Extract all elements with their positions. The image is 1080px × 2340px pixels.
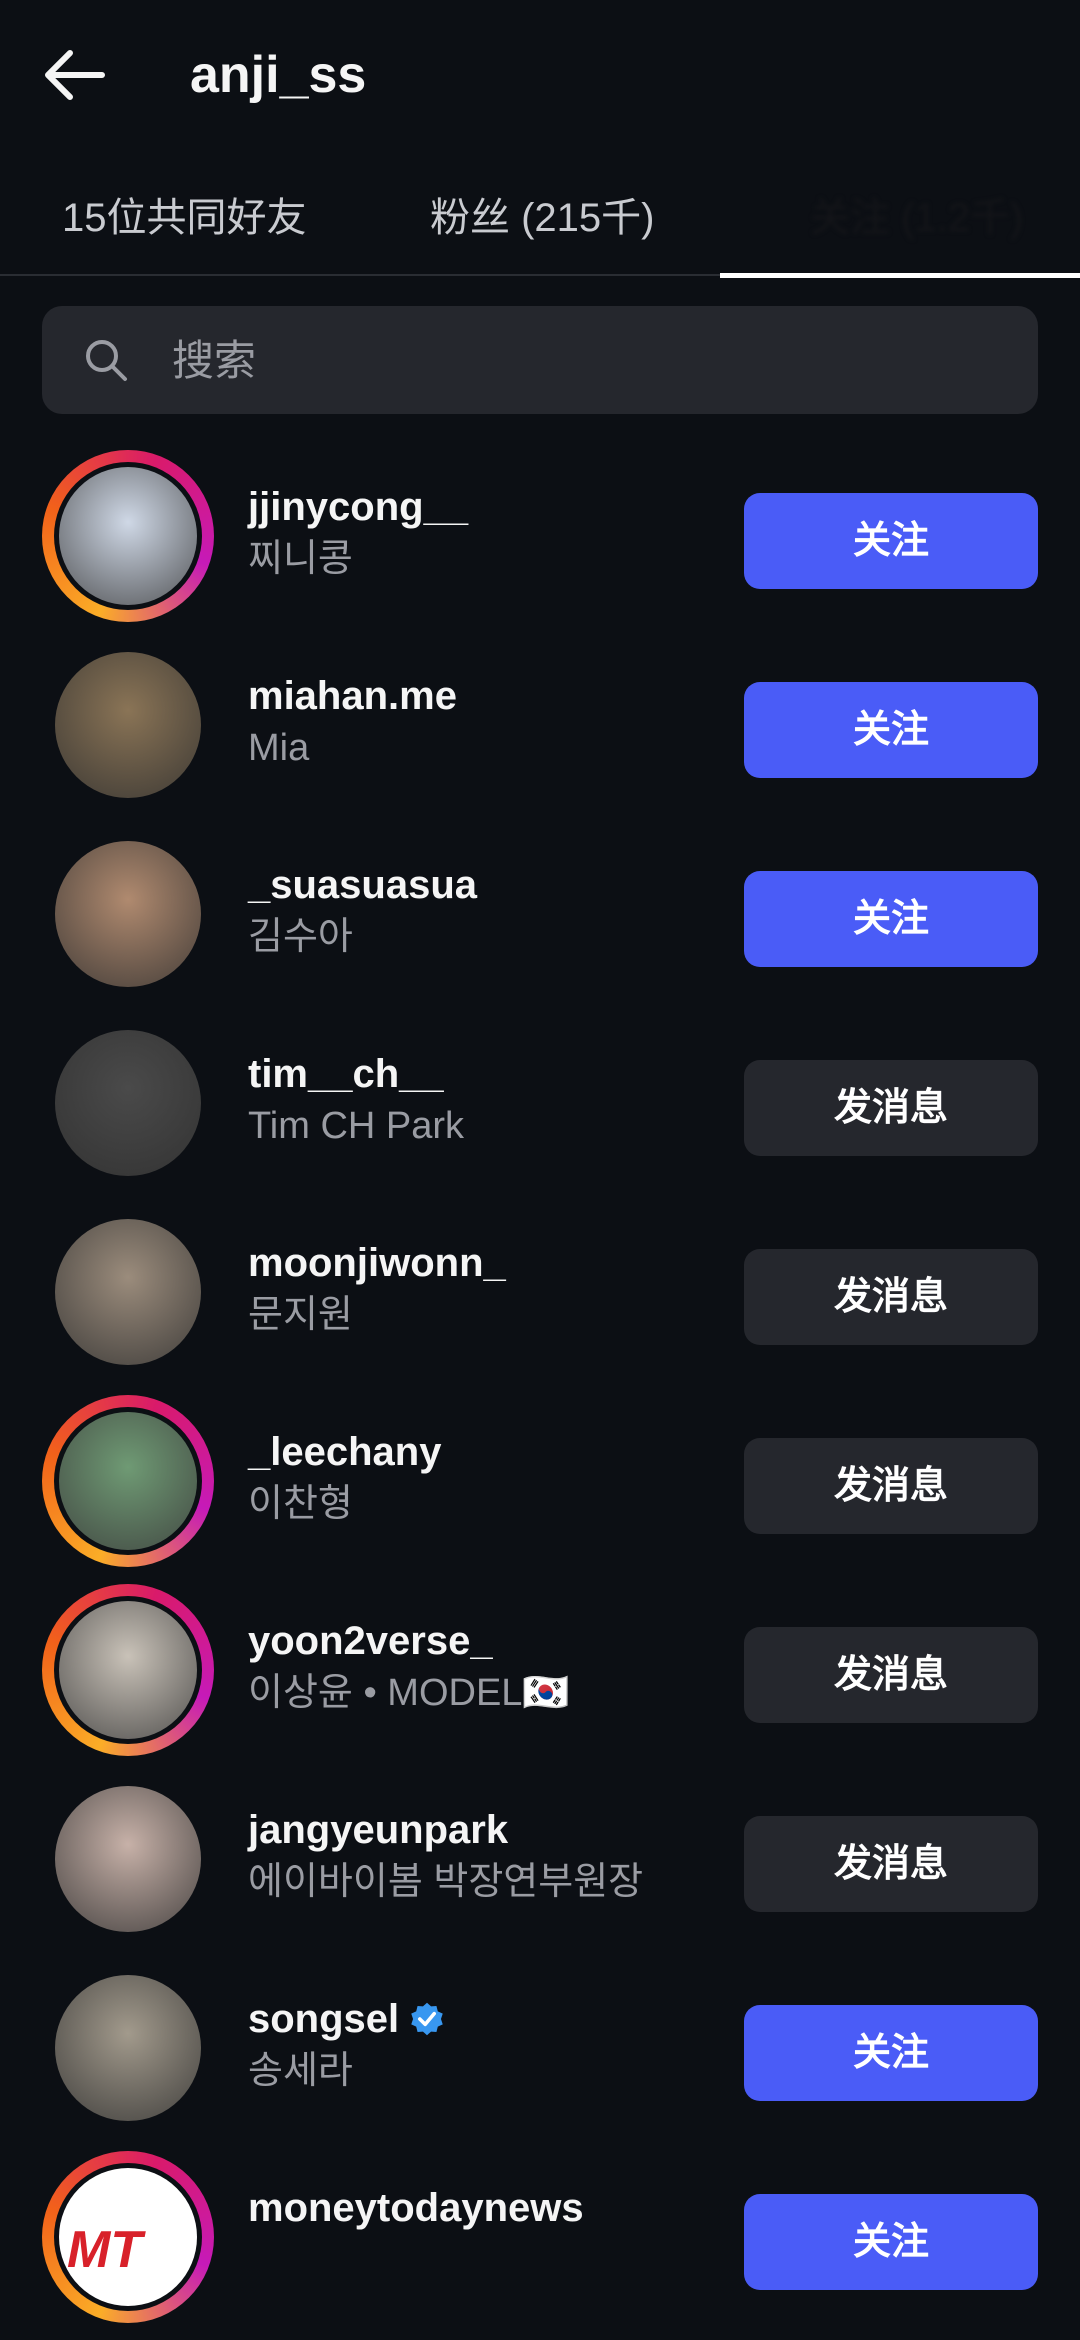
list-item[interactable]: MT moneytodaynews 关注 <box>0 2151 1080 2340</box>
username[interactable]: tim__ch__ <box>248 1049 444 1099</box>
username[interactable]: moonjiwonn_ <box>248 1238 506 1288</box>
username-text: songsel <box>248 1997 400 2041</box>
user-subtitle: Mia <box>248 727 310 769</box>
list-item[interactable]: miahan.me Mia 关注 <box>0 639 1080 828</box>
avatar-image <box>55 1786 201 1932</box>
top-bar: anji_ss <box>0 0 1080 150</box>
avatar-image: MT <box>59 2168 197 2306</box>
follow-button[interactable]: 关注 <box>744 871 1038 967</box>
avatar-image <box>55 652 201 798</box>
avatar-image <box>59 1412 197 1550</box>
avatar[interactable] <box>42 639 214 811</box>
follow-button[interactable]: 关注 <box>744 2194 1038 2290</box>
avatar-image <box>55 1030 201 1176</box>
user-subtitle: Tim CH Park <box>248 1105 465 1147</box>
avatar-gap <box>54 1596 202 1744</box>
follow-button[interactable]: 关注 <box>744 2005 1038 2101</box>
avatar[interactable] <box>42 1773 214 1945</box>
username-text: yoon2verse_ <box>248 1619 493 1663</box>
avatar-gap <box>54 1407 202 1555</box>
username-text: moonjiwonn_ <box>248 1241 506 1285</box>
username-text: _suasuasua <box>248 863 478 907</box>
avatar-image <box>55 841 201 987</box>
avatar[interactable] <box>42 1017 214 1189</box>
message-button[interactable]: 发消息 <box>744 1438 1038 1534</box>
tab-following[interactable]: 关注 (1.2千) <box>810 188 1023 248</box>
avatar[interactable] <box>42 1962 214 2134</box>
user-subtitle: 이찬형 <box>248 1483 353 1525</box>
search-input[interactable] <box>170 306 974 416</box>
message-button[interactable]: 发消息 <box>744 1816 1038 1912</box>
user-subtitle: 송세라 <box>248 2050 353 2092</box>
verified-badge-icon <box>411 2002 443 2036</box>
message-button[interactable]: 发消息 <box>744 1249 1038 1345</box>
list-item[interactable]: _leechany 이찬형 发消息 <box>0 1395 1080 1584</box>
arrow-left-icon[interactable] <box>40 45 110 105</box>
username-text: _leechany <box>248 1430 442 1474</box>
avatar-gap: MT <box>54 2163 202 2311</box>
username[interactable]: miahan.me <box>248 671 457 721</box>
list-item[interactable]: _suasuasua 김수아 关注 <box>0 828 1080 1017</box>
story-ring-avatar[interactable] <box>42 1395 214 1567</box>
username[interactable]: _leechany <box>248 1427 441 1477</box>
avatar-logo-text: MT <box>67 2221 143 2279</box>
tab-bar: 15位共同好友 粉丝 (215千) 关注 (1.2千) <box>0 170 1080 278</box>
avatar-image <box>59 1601 197 1739</box>
username-text: miahan.me <box>248 674 457 718</box>
follow-button[interactable]: 关注 <box>744 493 1038 589</box>
list-item[interactable]: songsel 송세라 关注 <box>0 1962 1080 2151</box>
username[interactable]: moneytodaynews <box>248 2183 584 2233</box>
username[interactable]: jjinycong__ <box>248 482 468 532</box>
username[interactable]: jangyeunpark <box>248 1805 508 1855</box>
avatar-image <box>59 467 197 605</box>
username-text: jjinycong__ <box>248 485 469 529</box>
user-subtitle: 에이바이봄 박장연부원장 <box>248 1861 644 1903</box>
message-button[interactable]: 发消息 <box>744 1627 1038 1723</box>
username[interactable]: yoon2verse_ <box>248 1616 493 1666</box>
user-subtitle: 김수아 <box>248 916 353 958</box>
message-button[interactable]: 发消息 <box>744 1060 1038 1156</box>
user-subtitle: 찌니콩 <box>248 538 353 580</box>
story-ring-avatar[interactable] <box>42 1584 214 1756</box>
avatar[interactable] <box>42 828 214 1000</box>
avatar[interactable] <box>42 1206 214 1378</box>
page-title: anji_ss <box>190 46 367 104</box>
tab-followers[interactable]: 粉丝 (215千) <box>430 188 655 248</box>
search-bar[interactable] <box>42 306 1038 416</box>
avatar-gap <box>54 462 202 610</box>
tab-mutual-friends[interactable]: 15位共同好友 <box>62 188 307 248</box>
list-item[interactable]: jjinycong__ 찌니콩 关注 <box>0 450 1080 639</box>
user-subtitle: 문지원 <box>248 1294 353 1336</box>
username[interactable]: songsel <box>248 1994 445 2044</box>
search-icon <box>86 340 127 381</box>
avatar-image <box>55 1219 201 1365</box>
username-text: tim__ch__ <box>248 1052 444 1096</box>
active-tab-indicator <box>720 273 1080 278</box>
list-item[interactable]: tim__ch__ Tim CH Park 发消息 <box>0 1017 1080 1206</box>
username-text: jangyeunpark <box>248 1808 509 1852</box>
follow-button[interactable]: 关注 <box>744 682 1038 778</box>
username-text: moneytodaynews <box>248 2186 584 2230</box>
list-item[interactable]: jangyeunpark 에이바이봄 박장연부원장 发消息 <box>0 1773 1080 1962</box>
user-subtitle: 이상윤 • MODEL🇰🇷 <box>248 1672 570 1714</box>
avatar-image <box>55 1975 201 2121</box>
list-item[interactable]: moonjiwonn_ 문지원 发消息 <box>0 1206 1080 1395</box>
username[interactable]: _suasuasua <box>248 860 477 910</box>
list-item[interactable]: yoon2verse_ 이상윤 • MODEL🇰🇷 发消息 <box>0 1584 1080 1773</box>
story-ring-avatar[interactable] <box>42 450 214 622</box>
story-ring-avatar[interactable]: MT <box>42 2151 214 2323</box>
